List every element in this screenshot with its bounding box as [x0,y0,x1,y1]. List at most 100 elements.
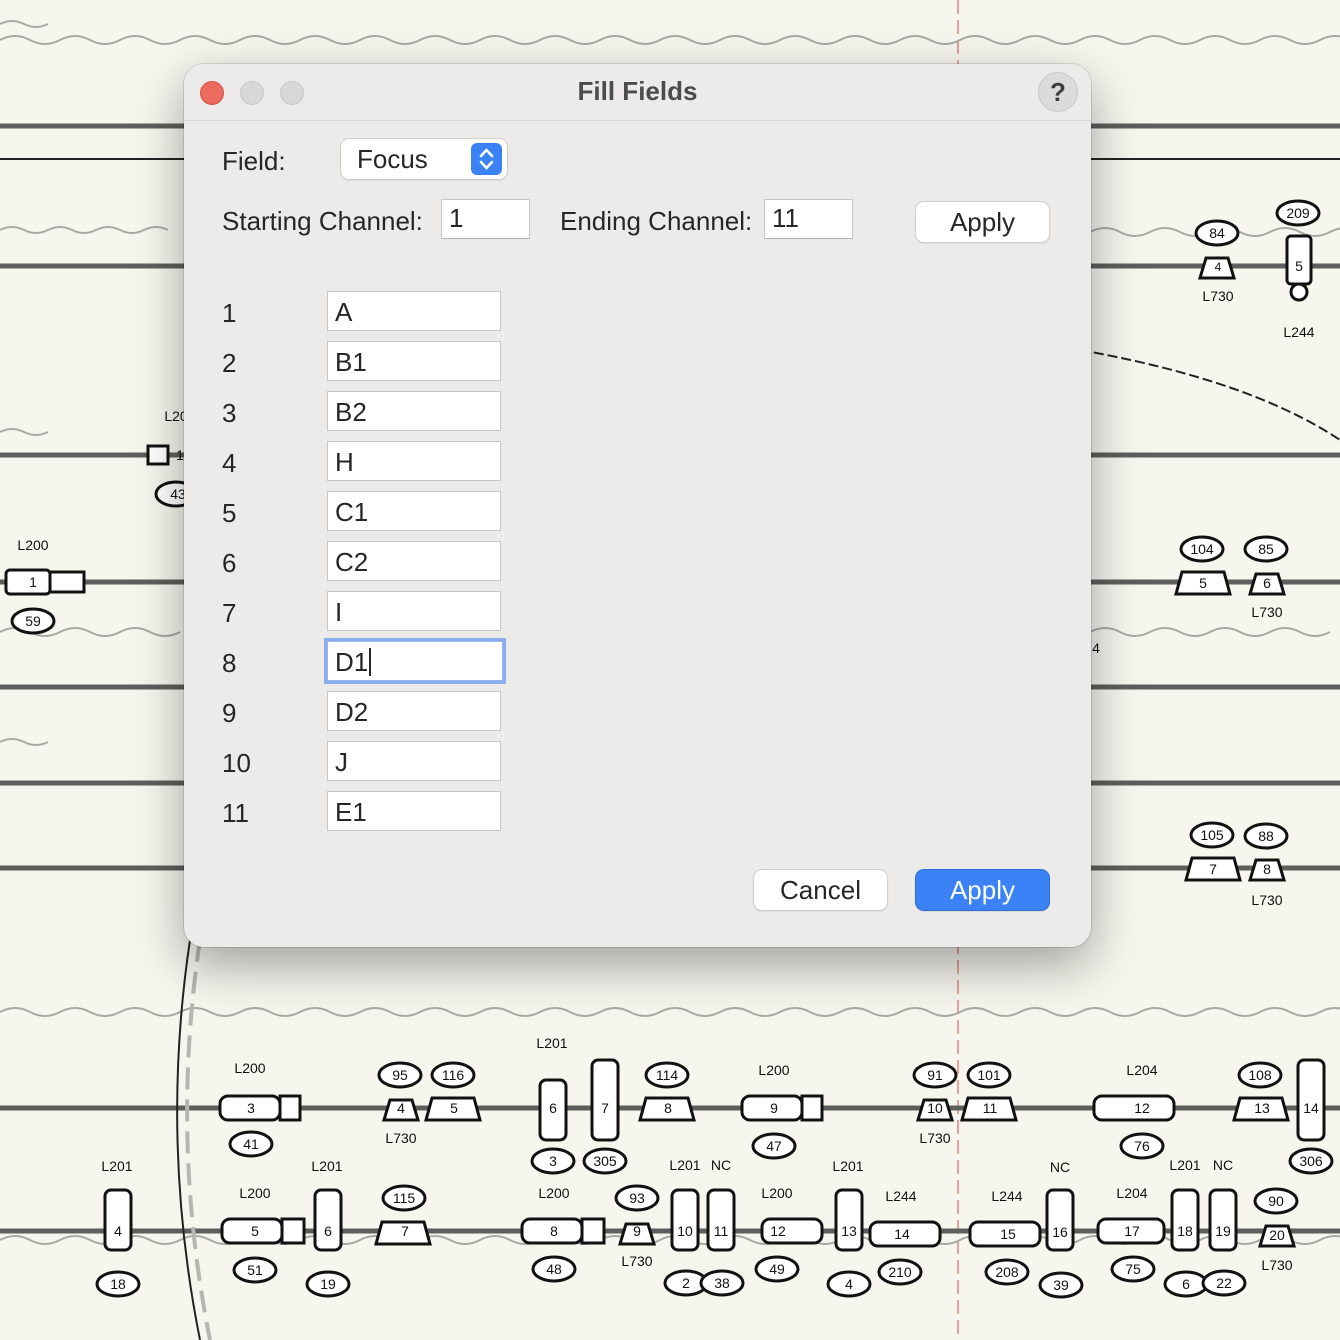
plot-label: 18 [1177,1223,1193,1239]
plot-label: L730 [919,1130,950,1146]
channel-number: 10 [222,748,251,778]
plot-label: 8 [664,1100,672,1116]
plot-label: 17 [1124,1223,1140,1239]
plot-label: 14 [894,1226,910,1242]
plot-label: 88 [1258,828,1274,844]
plot-label: 75 [1125,1261,1141,1277]
channel-number: 11 [222,798,249,828]
plot-label: L201 [669,1157,700,1173]
plot-label: 5 [450,1100,458,1116]
plot-label: 4 [1092,640,1100,656]
channel-value-field-focused[interactable]: D1 [327,641,503,681]
plot-label: 20 [1269,1227,1285,1243]
text-cursor [369,648,372,676]
plot-label: 48 [546,1261,562,1277]
plot-label: 6 [324,1223,332,1239]
dialog-title: Fill Fields [577,76,698,106]
channel-value-field[interactable]: A [327,291,501,331]
plot-label: 4 [845,1276,853,1292]
plot-label: 208 [995,1264,1019,1280]
plot-label: 95 [392,1067,408,1083]
plot-label: L200 [761,1185,792,1201]
plot-label: 38 [714,1275,730,1291]
plot-label: 9 [633,1223,641,1239]
plot-label: 12 [770,1223,786,1239]
channel-value-field[interactable]: B2 [327,391,501,431]
cancel-button[interactable]: Cancel [754,870,887,910]
channel-value-field[interactable]: J [327,741,501,781]
plot-label: 41 [243,1136,259,1152]
plot-label: 12 [1134,1100,1150,1116]
plot-label: 15 [1000,1226,1016,1242]
plot-label: 76 [1134,1138,1150,1154]
plot-label: L204 [1116,1185,1147,1201]
plot-label: L200 [239,1185,270,1201]
plot-label: L204 [1126,1062,1157,1078]
starting-channel-field[interactable]: 1 [441,199,530,239]
plot-label: 6 [549,1100,557,1116]
channel-value-field[interactable]: D2 [327,691,501,731]
plot-label: 85 [1258,541,1274,557]
plot-label: L730 [621,1253,652,1269]
channel-value-field[interactable]: H [327,441,501,481]
channel-value-field[interactable]: I [327,591,501,631]
ending-channel-field[interactable]: 11 [764,199,853,239]
plot-label: L201 [832,1158,863,1174]
channel-number: 2 [222,348,237,378]
plot-label: 5 [251,1223,259,1239]
plot-label: 84 [1209,225,1225,241]
plot-label: 305 [593,1153,617,1169]
channel-number: 5 [222,498,237,528]
channel-number: 1 [222,298,237,328]
plot-label: 104 [1190,541,1214,557]
channel-number: 3 [222,398,237,428]
plot-label: 209 [1286,205,1310,221]
apply-range-button[interactable]: Apply [916,202,1049,242]
plot-label: 116 [442,1067,465,1083]
plot-label: 5 [1199,575,1207,591]
plot-label: 9 [770,1100,778,1116]
plot-label: 18 [110,1276,126,1292]
channel-value-field[interactable]: E1 [327,791,501,831]
channel-number: 7 [222,598,237,628]
plot-label: 5 [1295,258,1303,274]
plot-label: 7 [601,1100,609,1116]
channel-number: 6 [222,548,237,578]
plot-label: 13 [1254,1100,1270,1116]
plot-label: 47 [766,1138,782,1154]
plot-label: NC [711,1157,731,1173]
plot-label: NC [1213,1157,1233,1173]
channel-value-field[interactable]: C1 [327,491,501,531]
plot-label: L201 [536,1035,567,1051]
plot-label: 10 [927,1100,943,1116]
plot-label: 13 [841,1223,857,1239]
channel-value-field[interactable]: C2 [327,541,501,581]
plot-label: 4 [114,1223,122,1239]
plot-label: 91 [927,1067,943,1083]
plot-label: 2 [682,1275,690,1291]
plot-label: 3 [247,1100,255,1116]
channel-value-field[interactable]: B1 [327,341,501,381]
plot-label: L200 [234,1060,265,1076]
title-bar: Fill Fields ? [184,64,1091,121]
field-select[interactable]: Focus [341,139,507,179]
plot-label: 11 [983,1100,998,1116]
fill-fields-dialog: Fill Fields ? Field: Focus Starting Chan… [184,64,1091,947]
channel-value-text: D1 [335,647,369,677]
plot-label: 4 [1215,260,1222,274]
plot-label: 1 [176,447,184,463]
channel-number: 8 [222,648,237,678]
plot-label: L244 [1283,324,1314,340]
ending-channel-label: Ending Channel: [560,206,753,236]
plot-label: 6 [1263,575,1271,591]
apply-button[interactable]: Apply [916,870,1049,910]
plot-label: 108 [1248,1067,1272,1083]
plot-label: 16 [1052,1224,1068,1240]
plot-label: 210 [888,1264,912,1280]
help-button[interactable]: ? [1038,72,1078,112]
plot-label: L200 [17,537,48,553]
plot-label: 7 [401,1223,409,1239]
plot-label: 11 [714,1223,729,1239]
plot-label: 114 [656,1067,679,1083]
plot-label: 90 [1268,1193,1284,1209]
